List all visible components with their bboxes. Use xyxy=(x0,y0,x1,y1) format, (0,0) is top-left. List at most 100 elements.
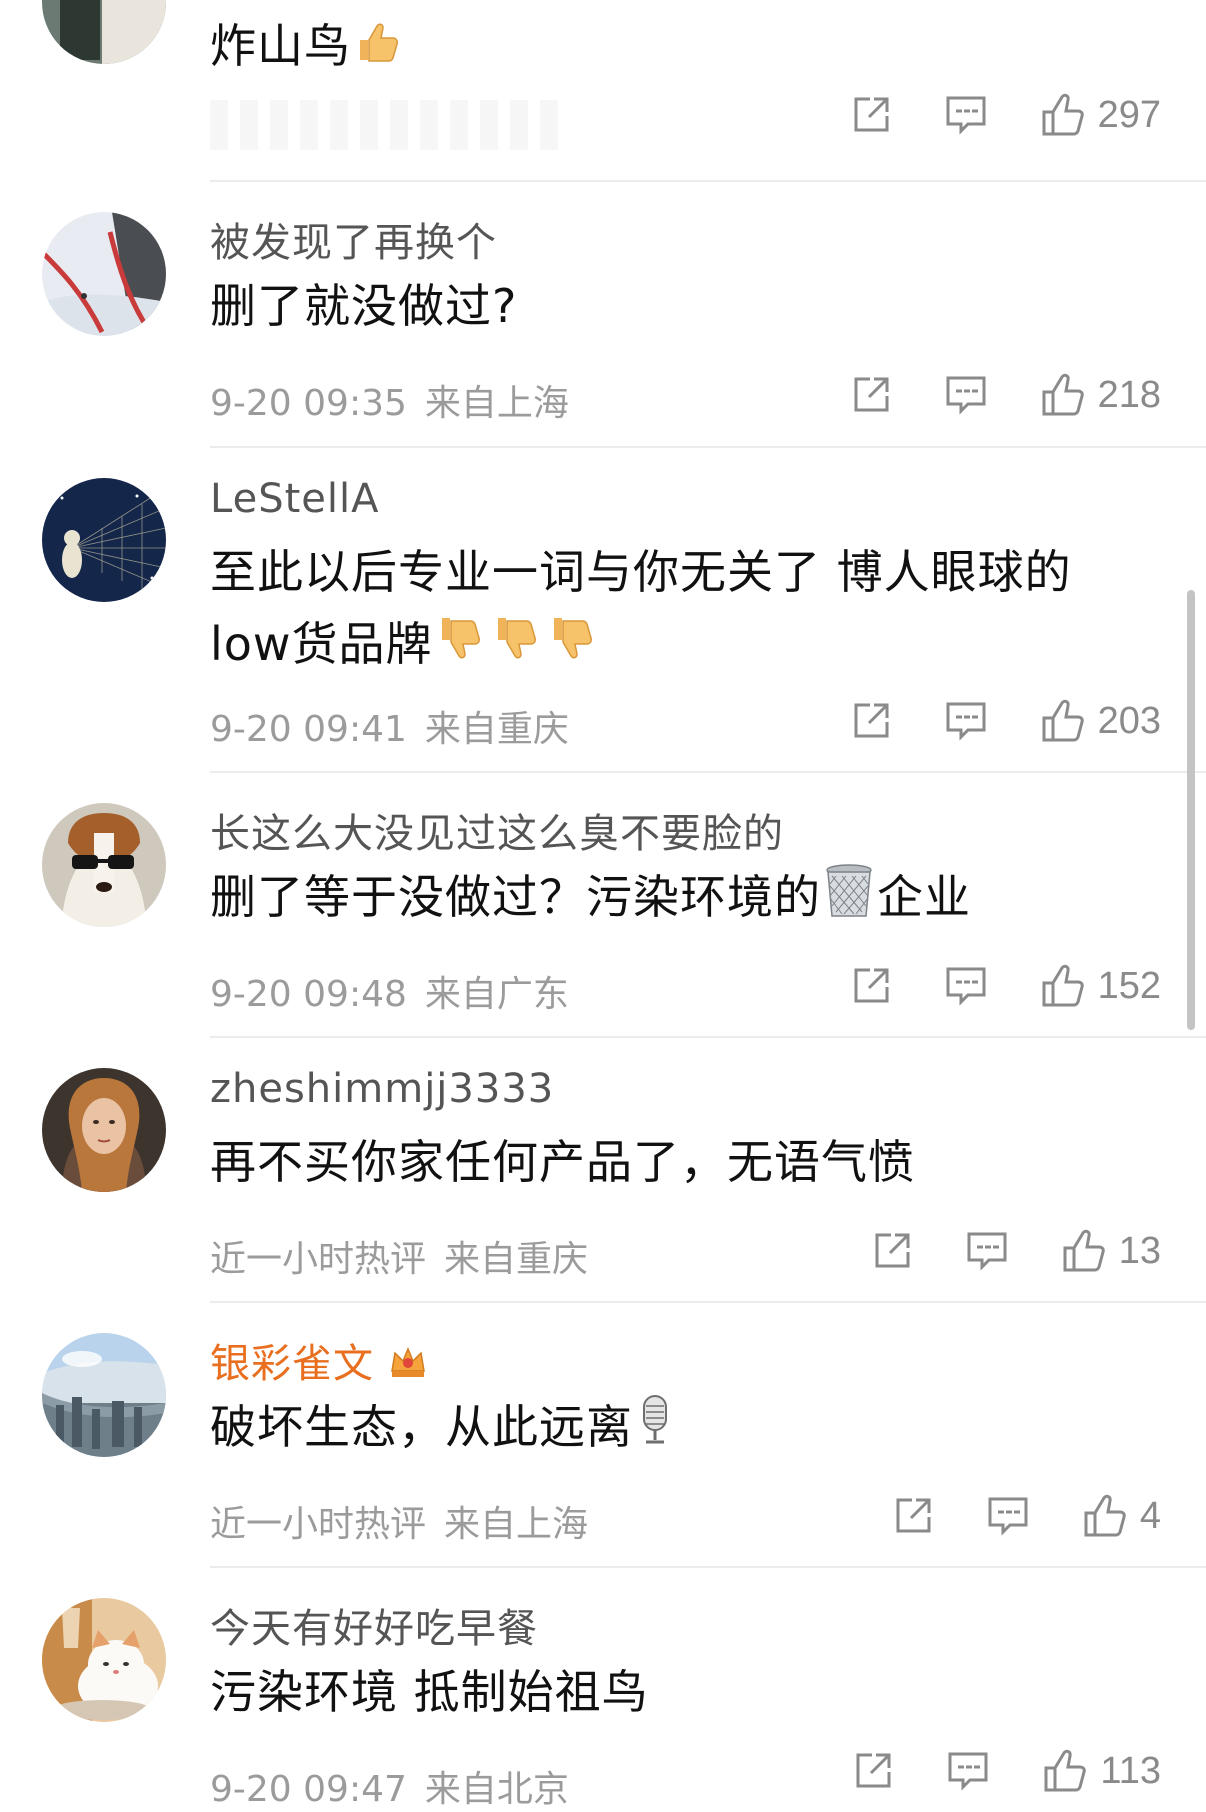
avatar[interactable] xyxy=(42,803,166,927)
username[interactable]: 银彩雀文 xyxy=(210,1331,428,1391)
avatar[interactable] xyxy=(42,1333,166,1457)
like-button[interactable]: 152 xyxy=(1040,963,1161,1009)
avatar[interactable] xyxy=(42,0,166,64)
like-count: 297 xyxy=(1097,93,1161,136)
timestamp: 9-20 09:41 xyxy=(210,709,407,750)
like-icon xyxy=(1042,93,1084,136)
timestamp: 近一小时热评 xyxy=(210,1239,427,1280)
comment-text: 污染环境 抵制始祖鸟 xyxy=(210,1665,649,1719)
comment-actions: 113 xyxy=(800,1746,1161,1796)
comment-item: zheshimmjj3333 再不买你家任何产品了，无语气愤 近一小时热评 来自重… xyxy=(0,1038,1206,1303)
comment-button[interactable] xyxy=(944,374,988,416)
username[interactable]: zheshimmjj3333 xyxy=(210,1066,554,1112)
comment-item: 今天有好好吃早餐 污染环境 抵制始祖鸟 9-20 09:47 来自北京 113 xyxy=(0,1568,1206,1810)
comment-button[interactable] xyxy=(944,94,988,136)
repost-button[interactable] xyxy=(850,965,892,1007)
timestamp: 近一小时热评 xyxy=(210,1504,427,1545)
thumbs-up-emoji xyxy=(354,14,402,86)
comment-item: 银彩雀文 破坏生态，从此远离 近一小时热评 来自上海 4 xyxy=(0,1303,1206,1568)
comment-item: 被发现了再换个 删了就没做过? 9-20 09:35 来自上海 218 xyxy=(0,182,1206,448)
comment-actions: 13 xyxy=(819,1226,1161,1276)
like-button[interactable]: 13 xyxy=(1061,1228,1161,1274)
repost-button[interactable] xyxy=(850,374,892,416)
thumbs-down-emoji xyxy=(492,612,542,684)
comment-text: 至此以后专业一词与你无关了 博人眼球的 low货品牌 xyxy=(210,536,1110,684)
like-button[interactable]: 218 xyxy=(1040,372,1161,418)
thumbs-down-emoji xyxy=(436,612,486,684)
comment-button[interactable] xyxy=(965,1230,1009,1272)
comment-button[interactable] xyxy=(986,1495,1030,1537)
like-icon xyxy=(1042,373,1084,416)
like-button[interactable]: 297 xyxy=(1040,92,1161,138)
faded-text xyxy=(210,100,560,150)
comment-feed: 炸山鸟 297 被发现了再换个 删了就没做过? 9-20 09:35 来自上海 … xyxy=(0,0,1206,1810)
like-icon xyxy=(1063,1229,1105,1272)
like-button[interactable]: 113 xyxy=(1042,1748,1161,1794)
location: 来自重庆 xyxy=(424,709,569,750)
comment-icon xyxy=(988,1497,1028,1536)
avatar[interactable] xyxy=(42,1068,166,1192)
username[interactable]: 今天有好好吃早餐 xyxy=(210,1596,538,1654)
comment-meta: 9-20 09:48 来自广东 xyxy=(210,965,569,1017)
comment-text: 删了就没做过? xyxy=(210,279,518,333)
comment-actions: 218 xyxy=(798,370,1161,420)
comment-meta: 9-20 09:35 来自上海 xyxy=(210,374,569,426)
like-button[interactable]: 4 xyxy=(1082,1493,1161,1539)
comment-icon xyxy=(967,1232,1007,1271)
repost-icon xyxy=(854,377,889,412)
repost-button[interactable] xyxy=(852,1750,894,1792)
timestamp: 9-20 09:47 xyxy=(210,1769,407,1810)
avatar[interactable] xyxy=(42,212,166,336)
repost-button[interactable] xyxy=(850,94,892,136)
thumbs-down-emoji xyxy=(548,612,598,684)
comment-text: 破坏生态，从此远离 xyxy=(210,1391,1110,1468)
like-icon xyxy=(1044,1749,1087,1792)
username[interactable]: 长这么大没见过这么臭不要脸的 xyxy=(210,801,784,859)
location: 来自上海 xyxy=(444,1504,589,1545)
repost-button[interactable] xyxy=(850,700,892,742)
username[interactable]: LeStellA xyxy=(210,476,379,522)
comment-icon xyxy=(948,1752,988,1791)
like-count: 203 xyxy=(1097,699,1161,742)
comment-button[interactable] xyxy=(944,700,988,742)
comment-meta: 9-20 09:41 来自重庆 xyxy=(210,700,569,752)
comment-icon xyxy=(946,702,986,741)
repost-icon xyxy=(854,968,889,1003)
vip-crown-icon xyxy=(388,1341,428,1391)
comment-button[interactable] xyxy=(946,1750,990,1792)
like-count: 13 xyxy=(1118,1229,1161,1272)
repost-icon xyxy=(875,1233,910,1268)
comment-meta: 近一小时热评 来自重庆 xyxy=(210,1230,588,1282)
like-icon xyxy=(1084,1494,1126,1537)
timestamp: 9-20 09:48 xyxy=(210,974,407,1015)
like-count: 218 xyxy=(1097,373,1161,416)
location: 来自广东 xyxy=(424,974,569,1015)
comment-icon xyxy=(946,376,986,415)
like-icon xyxy=(1042,699,1084,742)
comment-item: LeStellA 至此以后专业一词与你无关了 博人眼球的 low货品牌 9-20… xyxy=(0,448,1206,773)
comment-button[interactable] xyxy=(944,965,988,1007)
repost-icon xyxy=(854,97,889,132)
comment-meta: 近一小时热评 来自上海 xyxy=(210,1495,588,1547)
avatar[interactable] xyxy=(42,478,166,602)
comment-item: 炸山鸟 297 xyxy=(0,0,1206,182)
comment-text: 删了等于没做过？污染环境的 企业 xyxy=(210,861,1110,940)
repost-icon xyxy=(896,1498,931,1533)
like-button[interactable]: 203 xyxy=(1040,698,1161,744)
comment-icon xyxy=(946,96,986,135)
comment-item: 长这么大没见过这么臭不要脸的 删了等于没做过？污染环境的 企业 9-20 09:… xyxy=(0,773,1206,1038)
comment-actions: 203 xyxy=(798,696,1161,746)
microphone-emoji xyxy=(636,1394,674,1468)
scrollbar[interactable] xyxy=(1187,590,1195,1030)
repost-icon xyxy=(856,1753,891,1788)
location: 来自上海 xyxy=(424,383,569,424)
repost-button[interactable] xyxy=(892,1495,934,1537)
username[interactable]: 被发现了再换个 xyxy=(210,210,497,268)
repost-button[interactable] xyxy=(871,1230,913,1272)
comment-actions: 4 xyxy=(840,1491,1161,1541)
timestamp: 9-20 09:35 xyxy=(210,383,407,424)
avatar[interactable] xyxy=(42,1598,166,1722)
location: 来自北京 xyxy=(424,1769,569,1810)
repost-icon xyxy=(854,703,889,738)
location: 来自重庆 xyxy=(444,1239,589,1280)
